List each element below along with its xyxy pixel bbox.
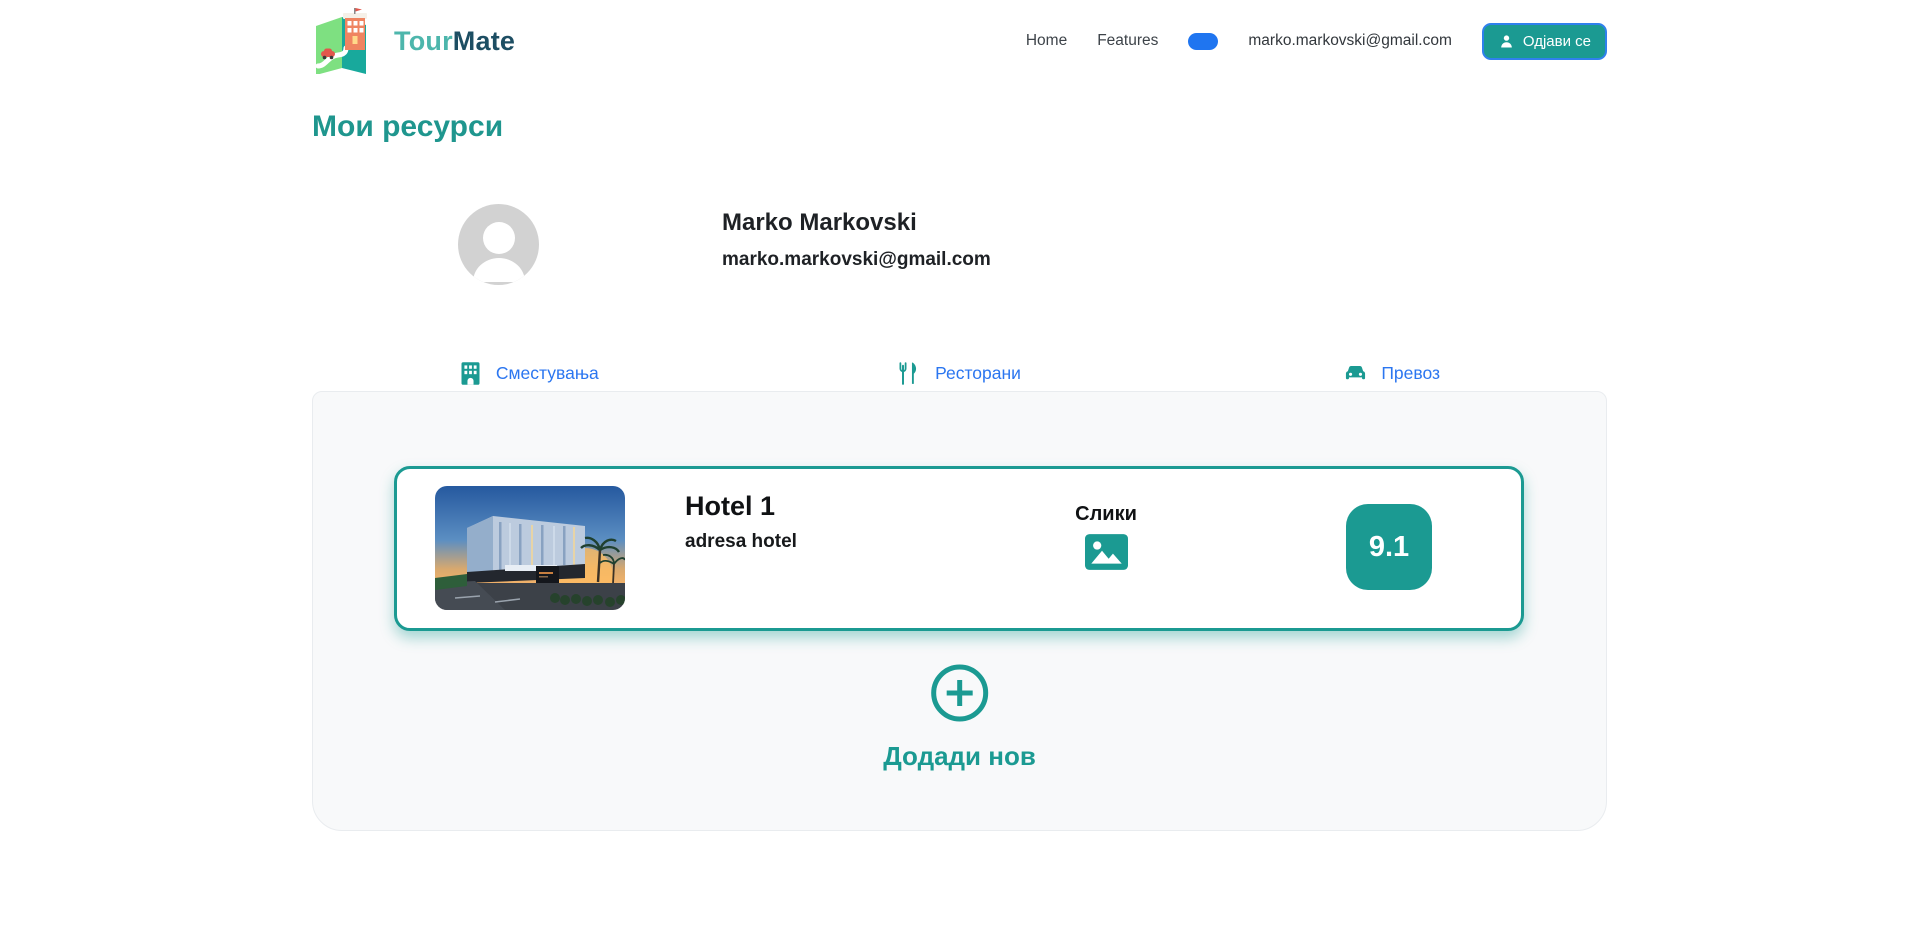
avatar: [458, 204, 539, 285]
image-icon: [1085, 534, 1128, 570]
nav-toggle-pill[interactable]: [1188, 33, 1218, 50]
tourmate-logo: [312, 8, 384, 74]
person-silhouette-icon: [470, 220, 528, 282]
resource-card[interactable]: Hotel 1 adresa hotel Слики 9.1: [394, 466, 1524, 631]
images-button[interactable]: Слики: [1044, 503, 1168, 575]
tab-transport-label: Превоз: [1381, 363, 1440, 384]
profile-section: Marko Markovski marko.markovski@gmail.co…: [312, 204, 1607, 285]
profile-name: Marko Markovski: [722, 209, 991, 237]
resources-panel: Hotel 1 adresa hotel Слики 9.1: [312, 391, 1607, 831]
tab-restaurants[interactable]: Ресторани: [744, 355, 1176, 391]
resource-address: adresa hotel: [685, 531, 797, 553]
taxi-icon: [1342, 360, 1369, 387]
nav-user-email: marko.markovski@gmail.com: [1248, 32, 1452, 50]
brand[interactable]: TourMate: [312, 8, 515, 74]
page: TourMate Home Features marko.markovski@g…: [0, 0, 1919, 949]
utensils-icon: [898, 361, 923, 386]
logout-label: Одјави се: [1523, 33, 1591, 50]
resource-tabs: Сместувања Ресторани Превоз: [312, 355, 1607, 391]
logout-button[interactable]: Одјави се: [1482, 23, 1607, 60]
nav-features[interactable]: Features: [1097, 32, 1158, 50]
page-title: Мои ресурси: [312, 110, 1607, 144]
images-label: Слики: [1044, 503, 1168, 526]
hotel-icon: [457, 360, 484, 387]
add-new-button[interactable]: Додади нов: [883, 662, 1036, 772]
profile-email: marko.markovski@gmail.com: [722, 249, 991, 271]
nav-home[interactable]: Home: [1026, 32, 1067, 50]
hotel-glyph: [343, 8, 367, 50]
rating-badge: 9.1: [1346, 504, 1432, 590]
plus-circle-icon: [929, 662, 991, 724]
brand-mate: Mate: [453, 26, 515, 56]
add-new-label: Додади нов: [883, 741, 1036, 772]
tab-restaurants-label: Ресторани: [935, 363, 1021, 384]
tab-accommodations[interactable]: Сместувања: [312, 355, 744, 391]
brand-text: TourMate: [394, 26, 515, 57]
person-icon: [1498, 33, 1515, 50]
tab-transport[interactable]: Превоз: [1175, 355, 1607, 391]
resource-title-block: Hotel 1 adresa hotel: [685, 491, 797, 553]
hotel-photo: [435, 486, 625, 610]
main-nav: Home Features marko.markovski@gmail.com …: [1026, 23, 1607, 60]
tab-accommodations-label: Сместувања: [496, 363, 599, 384]
header: TourMate Home Features marko.markovski@g…: [312, 0, 1607, 82]
profile-info: Marko Markovski marko.markovski@gmail.co…: [722, 204, 991, 285]
resource-title: Hotel 1: [685, 491, 797, 522]
brand-tour: Tour: [394, 26, 453, 56]
